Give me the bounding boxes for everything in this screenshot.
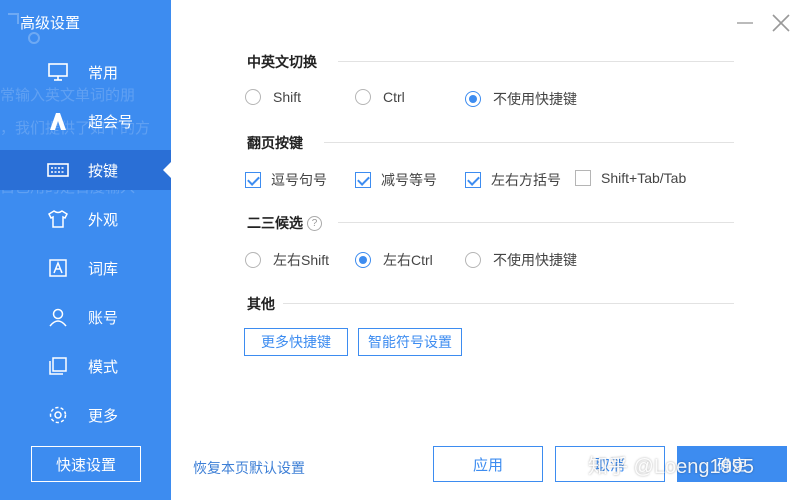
sidebar-item-more[interactable]: 更多 bbox=[0, 395, 171, 435]
radio-switch-shift[interactable]: Shift bbox=[245, 89, 301, 105]
help-icon[interactable]: ? bbox=[307, 215, 322, 231]
watermark-text: 知乎 @Loeng1995 bbox=[588, 456, 754, 478]
sidebar: 常输入英文单词的朋 ，我们提供了如下的方 自己用的是百度输入 高级设置 常用 超… bbox=[0, 0, 171, 500]
smart-symbol-settings-button[interactable]: 智能符号设置 bbox=[358, 328, 462, 356]
sidebar-item-dictionary[interactable]: 词库 bbox=[0, 248, 171, 288]
apply-button[interactable]: 应用 bbox=[433, 446, 543, 482]
sidebar-item-label: 按键 bbox=[88, 162, 119, 180]
checkbox-shift-tab[interactable]: Shift+Tab/Tab bbox=[575, 170, 686, 186]
sidebar-item-label: 更多 bbox=[88, 407, 119, 425]
sidebar-item-label: 外观 bbox=[88, 211, 119, 229]
keyboard-icon bbox=[46, 158, 70, 182]
section-divider bbox=[338, 61, 734, 62]
user-icon bbox=[46, 305, 70, 329]
radio-button[interactable] bbox=[355, 89, 371, 105]
minimize-icon[interactable] bbox=[737, 22, 753, 24]
option-label: Shift bbox=[273, 89, 302, 105]
checkbox-comma-period[interactable]: 逗号句号 bbox=[245, 170, 327, 190]
sidebar-item-label: 词库 bbox=[88, 260, 119, 278]
more-shortcuts-button[interactable]: 更多快捷键 bbox=[244, 328, 348, 356]
sidebar-item-label: 账号 bbox=[88, 309, 119, 327]
checkbox-checked[interactable] bbox=[245, 172, 261, 188]
sidebar-item-common[interactable]: 常用 bbox=[0, 52, 171, 92]
option-label: 不使用快捷键 bbox=[493, 252, 577, 268]
section-title-other: 其他 bbox=[247, 296, 275, 312]
sidebar-item-keys[interactable]: 按键 bbox=[0, 150, 171, 190]
radio-switch-ctrl[interactable]: Ctrl bbox=[355, 89, 405, 105]
checkbox-checked[interactable] bbox=[465, 172, 481, 188]
mode-icon bbox=[46, 354, 70, 378]
section-divider bbox=[283, 303, 734, 304]
sidebar-item-super-member[interactable]: 超会号 bbox=[0, 101, 171, 141]
restore-defaults-link[interactable]: 恢复本页默认设置 bbox=[193, 458, 305, 478]
close-icon[interactable] bbox=[770, 12, 792, 34]
radio-candidate-shift[interactable]: 左右Shift bbox=[245, 250, 329, 270]
quick-settings-button[interactable]: 快速设置 bbox=[31, 446, 141, 482]
sidebar-item-label: 模式 bbox=[88, 358, 119, 376]
checkbox-minus-equal[interactable]: 减号等号 bbox=[355, 170, 437, 190]
sidebar-item-label: 常用 bbox=[88, 64, 119, 82]
radio-button-selected[interactable] bbox=[465, 91, 481, 107]
checkbox-checked[interactable] bbox=[355, 172, 371, 188]
gear-icon bbox=[46, 403, 70, 427]
section-title-text: 二三候选 bbox=[247, 215, 303, 231]
super-member-icon bbox=[46, 109, 70, 133]
option-label: Shift+Tab/Tab bbox=[601, 170, 687, 186]
checkbox-unchecked[interactable] bbox=[575, 170, 591, 186]
checkbox-brackets[interactable]: 左右方括号 bbox=[465, 170, 561, 190]
sidebar-item-label: 超会号 bbox=[88, 113, 134, 131]
radio-button[interactable] bbox=[245, 89, 261, 105]
radio-button[interactable] bbox=[465, 252, 481, 268]
option-label: 左右Shift bbox=[273, 252, 330, 268]
option-label: 不使用快捷键 bbox=[493, 91, 577, 107]
section-divider bbox=[338, 222, 734, 223]
section-title-paging: 翻页按键 bbox=[247, 135, 303, 151]
radio-candidate-ctrl[interactable]: 左右Ctrl bbox=[355, 250, 433, 270]
option-label: 左右Ctrl bbox=[383, 252, 433, 268]
tshirt-icon bbox=[46, 207, 70, 231]
radio-button[interactable] bbox=[245, 252, 261, 268]
option-label: 左右方括号 bbox=[491, 172, 561, 188]
radio-button-selected[interactable] bbox=[355, 252, 371, 268]
option-label: Ctrl bbox=[383, 89, 405, 105]
monitor-icon bbox=[46, 60, 70, 84]
dictionary-icon bbox=[46, 256, 70, 280]
sidebar-item-account[interactable]: 账号 bbox=[0, 297, 171, 337]
window-title: 高级设置 bbox=[20, 15, 81, 32]
radio-switch-none[interactable]: 不使用快捷键 bbox=[465, 89, 577, 109]
option-label: 减号等号 bbox=[381, 172, 437, 188]
radio-candidate-none[interactable]: 不使用快捷键 bbox=[465, 250, 577, 270]
section-title-switch: 中英文切换 bbox=[247, 54, 317, 70]
option-label: 逗号句号 bbox=[271, 172, 327, 188]
section-title-candidates: 二三候选 ? bbox=[247, 213, 322, 233]
sidebar-item-appearance[interactable]: 外观 bbox=[0, 199, 171, 239]
section-divider bbox=[324, 142, 734, 143]
sidebar-item-mode[interactable]: 模式 bbox=[0, 346, 171, 386]
